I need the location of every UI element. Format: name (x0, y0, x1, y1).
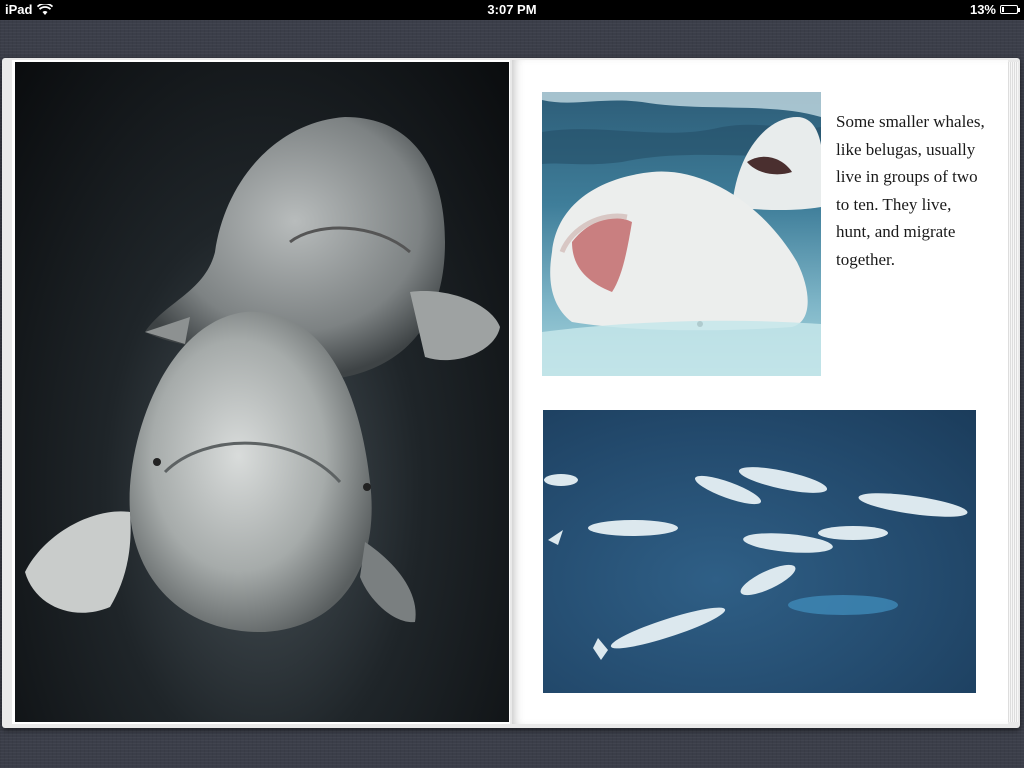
belugas-surfacing-photo (542, 92, 821, 376)
status-bar: iPad 3:07 PM 13% (0, 0, 1024, 20)
page-edges (1008, 62, 1018, 722)
battery-percent: 13% (969, 2, 996, 17)
clock: 3:07 PM (487, 2, 537, 17)
battery-icon (1000, 5, 1020, 14)
beluga-pod-aerial-photo (543, 410, 976, 693)
beluga-underwater-photo (15, 62, 509, 722)
battery-fill (1002, 7, 1004, 12)
page-paragraph: Some smaller whales, like belugas, usual… (836, 112, 985, 269)
battery-group: 13% (969, 2, 1020, 17)
